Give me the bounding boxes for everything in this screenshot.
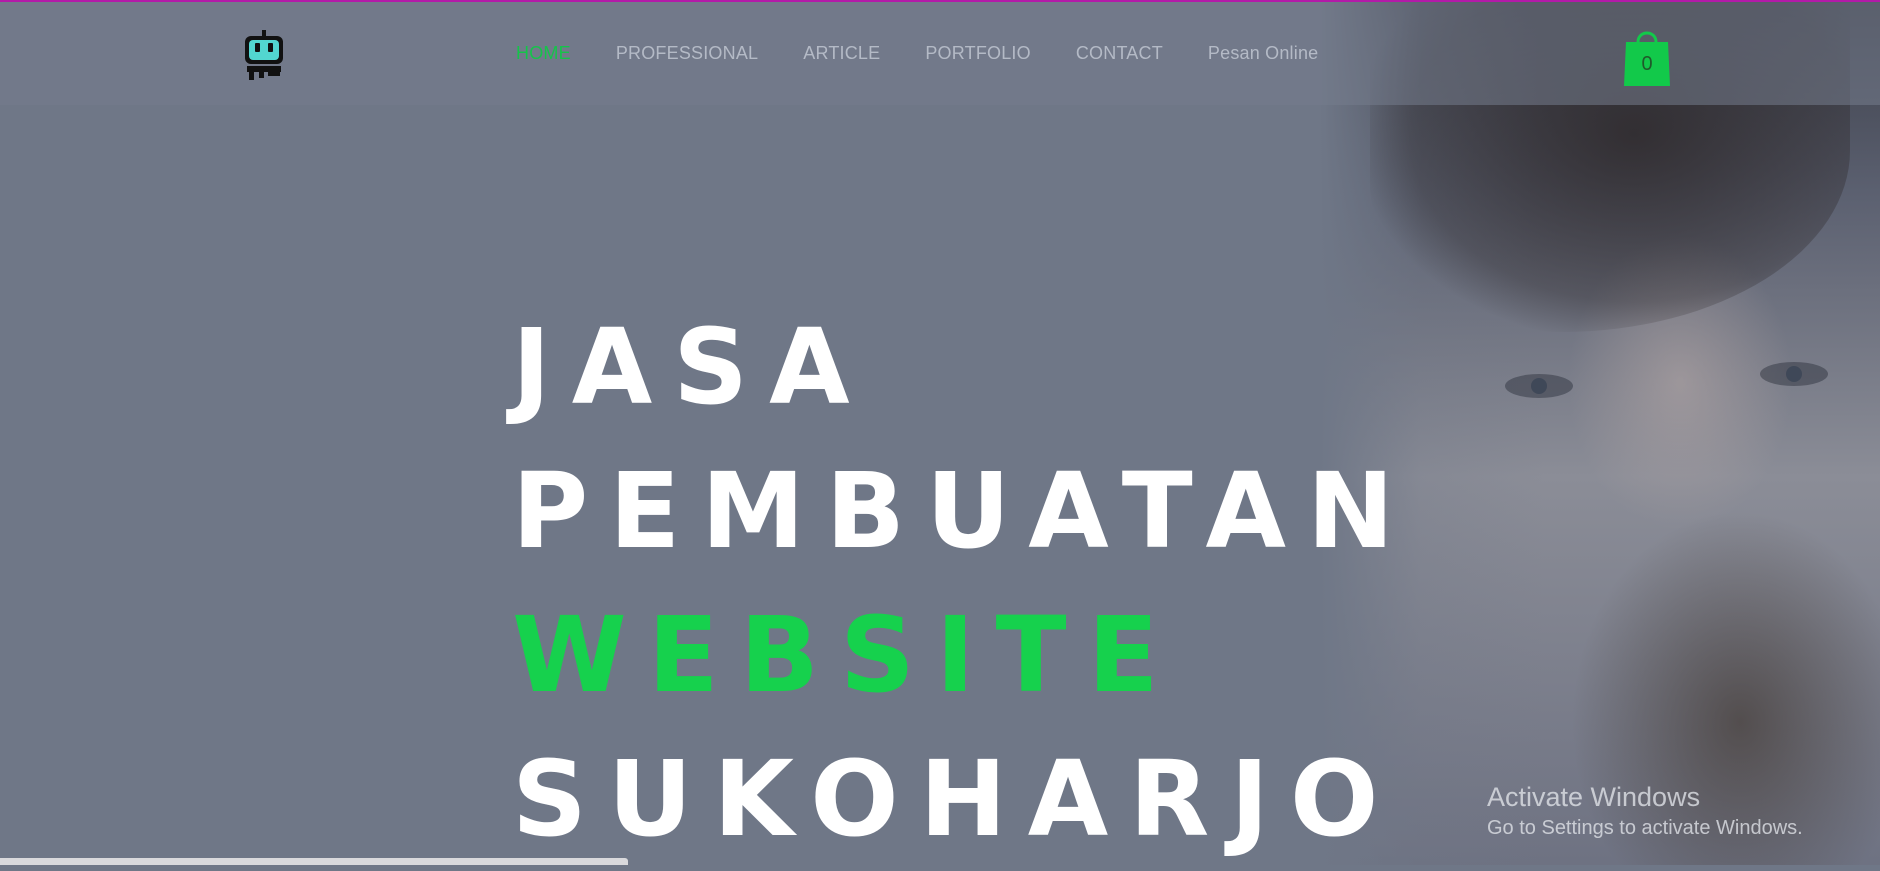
- nav-professional[interactable]: PROFESSIONAL: [616, 43, 758, 64]
- robot-logo-icon[interactable]: [243, 30, 285, 80]
- site-header: HOME PROFESSIONAL ARTICLE PORTFOLIO CONT…: [0, 2, 1880, 105]
- nav-home[interactable]: HOME: [516, 43, 571, 64]
- hero-headline: JASA PEMBUATAN WEBSITE SUKOHARJO: [512, 295, 1415, 871]
- cart-count: 0: [1641, 53, 1653, 75]
- nav-pesan-online[interactable]: Pesan Online: [1208, 43, 1318, 64]
- windows-activation-watermark: Activate Windows Go to Settings to activ…: [1487, 780, 1803, 842]
- photo-eye-right: [1760, 362, 1828, 386]
- watermark-title: Activate Windows: [1487, 782, 1701, 812]
- hero-line-pembuatan: PEMBUATAN: [512, 450, 1416, 572]
- main-nav: HOME PROFESSIONAL ARTICLE PORTFOLIO CONT…: [516, 40, 1318, 66]
- nav-portfolio[interactable]: PORTFOLIO: [925, 43, 1031, 64]
- nav-article[interactable]: ARTICLE: [803, 43, 880, 64]
- horizontal-scrollbar[interactable]: [0, 858, 628, 865]
- hero-line-sukoharjo: SUKOHARJO: [512, 738, 1400, 860]
- watermark-subtitle: Go to Settings to activate Windows.: [1487, 817, 1803, 839]
- hero-line-website: WEBSITE: [512, 594, 1180, 716]
- cart-button[interactable]: 0: [1622, 22, 1672, 86]
- nav-contact[interactable]: CONTACT: [1076, 43, 1163, 64]
- photo-eye-left: [1505, 374, 1573, 398]
- hero-line-jasa: JASA: [512, 306, 871, 428]
